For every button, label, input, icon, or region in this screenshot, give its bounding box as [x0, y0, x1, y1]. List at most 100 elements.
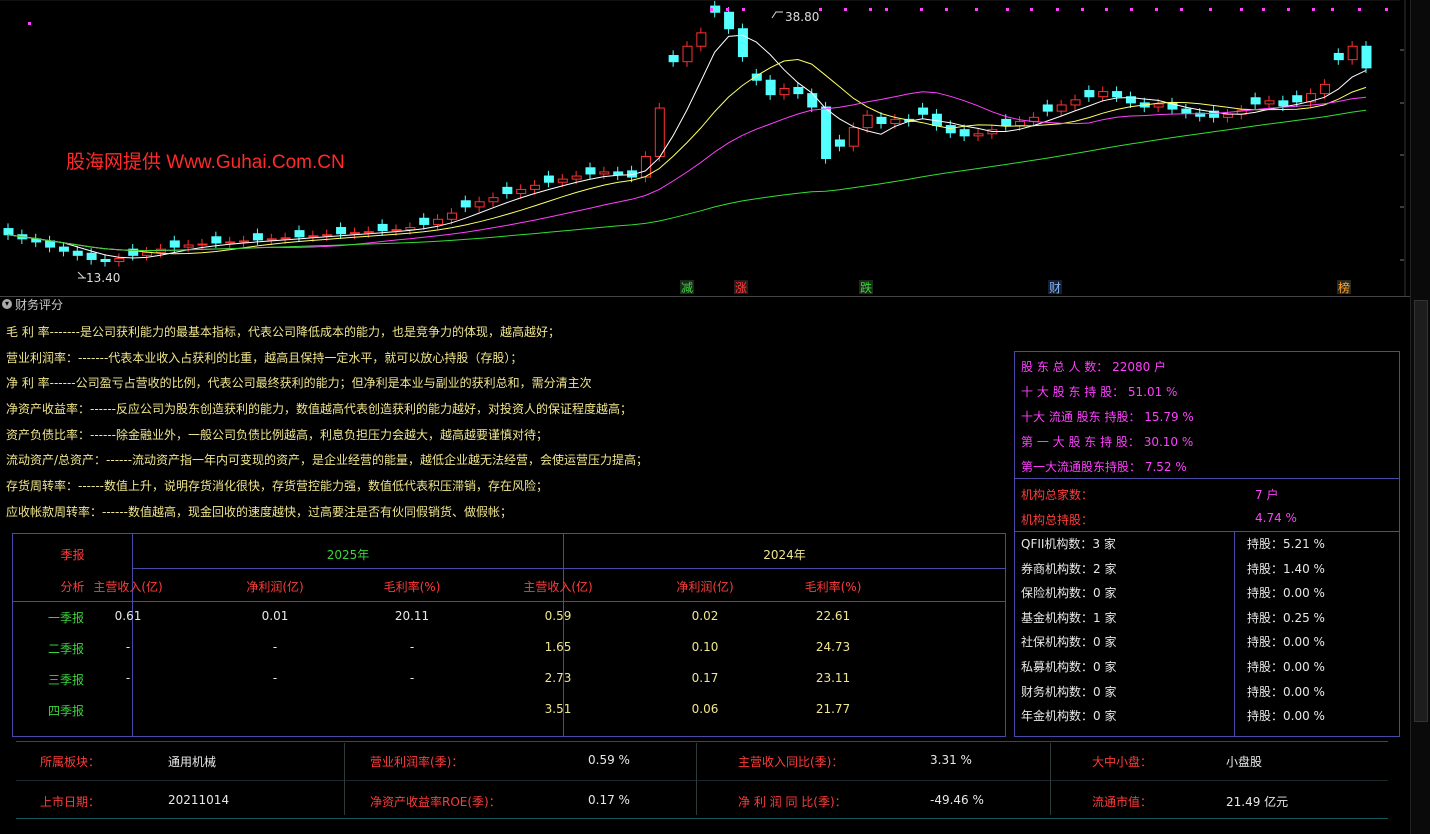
- candle-body: [502, 186, 513, 195]
- desc-line: 毛 利 率-------是公司获利能力的最基本指标，代表公司降低成本的能力，也是…: [6, 325, 560, 339]
- candle-body: [419, 217, 430, 225]
- chevron-down-icon[interactable]: ▾: [2, 299, 12, 309]
- table-cell: -: [125, 640, 131, 654]
- info-label: 主营收入同比(季)：: [738, 755, 844, 769]
- candle-body: [322, 234, 333, 237]
- institution-holding: 持股：0.00 %: [1247, 586, 1325, 601]
- signal-dot: [1331, 8, 1334, 11]
- candle-body: [945, 125, 956, 134]
- signal-dot: [1006, 8, 1009, 11]
- inst-total-value: 7 户: [1255, 488, 1279, 502]
- signal-dot: [1105, 8, 1108, 11]
- corner-season: 季报: [60, 548, 85, 562]
- event-markers: 减 涨 跌 财 榜: [680, 280, 1351, 295]
- signal-dot: [975, 8, 978, 11]
- row-label: 四季报: [47, 704, 84, 718]
- table-cell: 0.02: [691, 609, 719, 623]
- institution-count: 年金机构数：0 家: [1021, 709, 1117, 724]
- candle-body: [585, 167, 596, 175]
- table-cell: 0.10: [691, 640, 719, 654]
- signal-dot: [1385, 8, 1388, 11]
- panel-header[interactable]: ▾ 财务评分: [0, 296, 1410, 313]
- candle-body: [474, 201, 485, 208]
- column-header: 主营收入(亿): [93, 580, 163, 594]
- info-value: 0.59 %: [588, 753, 630, 767]
- candle-body: [86, 252, 97, 260]
- candle-body: [793, 86, 804, 95]
- candle-body: [252, 233, 263, 241]
- signal-dot: [945, 8, 948, 11]
- inst-hold-value: 4.74 %: [1255, 511, 1297, 525]
- desc-line: 存货周转率：------数值上升，说明存货消化很快，存货营控能力强，数值低代表积…: [6, 479, 548, 494]
- info-label: 所属板块：: [40, 755, 101, 769]
- candle-body: [363, 231, 374, 234]
- candle-body: [1292, 95, 1303, 103]
- candle-body: [1042, 104, 1053, 112]
- candle-body: [682, 45, 693, 63]
- table-cell: -: [409, 671, 415, 685]
- signal-dot: [1209, 8, 1212, 11]
- inst-total-label: 机构总家数：: [1021, 488, 1094, 502]
- candle-body: [294, 230, 305, 238]
- institution-holding: 持股：5.21 %: [1247, 537, 1325, 551]
- signal-dot: [819, 8, 822, 11]
- institution-holding: 持股：0.00 %: [1247, 660, 1325, 674]
- desc-line: 应收帐款周转率：------数值越高，现金回收的速度越快，过高要注是否有伙同假销…: [6, 504, 512, 519]
- candle-body: [654, 107, 665, 157]
- holder-count: 股 东 总 人 数： 22080 户: [1021, 360, 1167, 374]
- signal-dot: [742, 8, 745, 11]
- desc-line: 流动资产/总资产：------流动资产指一年内可变现的资产，是企业经营的能量，越…: [6, 453, 649, 468]
- candle-body: [405, 227, 416, 231]
- candle-body: [1333, 52, 1344, 61]
- info-value: 21.49 亿元: [1226, 795, 1289, 809]
- marker-rise: 涨: [735, 280, 747, 295]
- candle-body: [807, 93, 818, 108]
- candle-body: [169, 240, 180, 248]
- moving-average-lines: [7, 34, 1367, 259]
- info-label: 大中小盘：: [1092, 755, 1153, 769]
- signal-dot: [1358, 8, 1361, 11]
- info-value: 0.17 %: [588, 793, 630, 807]
- candle-body: [446, 212, 457, 220]
- year-2025: 2025年: [326, 548, 370, 562]
- candle-body: [239, 240, 250, 243]
- info-label: 营业利润率(季)：: [370, 755, 464, 769]
- candle-body: [1001, 118, 1012, 127]
- signal-dot: [28, 22, 31, 25]
- table-cell: 0.17: [691, 671, 719, 685]
- table-cell: 3.51: [544, 702, 572, 716]
- candle-body: [377, 223, 388, 232]
- candle-body: [3, 228, 14, 236]
- candles: [3, 0, 1372, 267]
- column-header: 主营收入(亿): [523, 580, 593, 594]
- top10-float-holding: 十大 流通 股东 持股： 15.79 %: [1021, 410, 1194, 424]
- low-price-label: 13.40: [86, 271, 120, 285]
- candle-body: [779, 87, 790, 96]
- candle-body: [488, 197, 499, 203]
- signal-dot: [869, 8, 872, 11]
- kline-chart[interactable]: 股海网提供 Www.Guhai.Com.CN 38.80 13.40 减 涨 跌…: [0, 0, 1410, 296]
- institution-holding: 持股：0.00 %: [1247, 684, 1325, 699]
- candle-body: [100, 258, 111, 263]
- signal-dot: [1180, 8, 1183, 11]
- candle-body: [211, 236, 222, 244]
- scrollbar-thumb[interactable]: [1414, 300, 1428, 722]
- info-value: 3.31 %: [930, 753, 972, 767]
- vertical-scrollbar[interactable]: [1410, 0, 1430, 834]
- signal-dot: [1262, 8, 1265, 11]
- institution-count: QFII机构数：3 家: [1021, 537, 1116, 551]
- marker-reduce: 减: [681, 281, 693, 295]
- marker-fall: 跌: [860, 280, 872, 295]
- info-label: 上市日期：: [40, 795, 101, 809]
- candle-body: [918, 107, 929, 115]
- candle-body: [336, 227, 347, 235]
- info-label: 净资产收益率ROE(季)：: [370, 795, 501, 809]
- candle-body: [751, 73, 762, 81]
- quarterly-report-table: 季报 分析 2025年 2024年 主营收入(亿) 净利润(亿) 毛利率(%) 主营收…: [12, 533, 1006, 737]
- candle-body: [571, 175, 582, 180]
- table-cell: 2.73: [544, 671, 572, 685]
- signal-dot: [920, 8, 923, 11]
- candle-body: [862, 114, 873, 129]
- candle-body: [530, 184, 541, 190]
- table-cell: 21.77: [815, 702, 851, 716]
